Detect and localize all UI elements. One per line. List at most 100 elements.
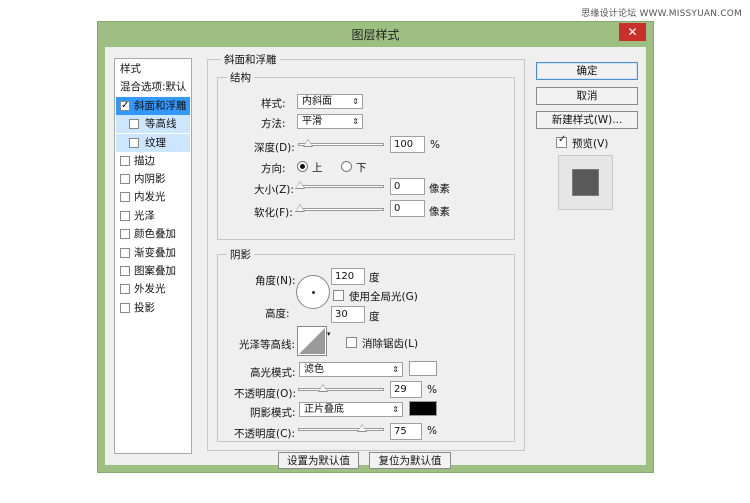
shadow-opacity-unit: % <box>427 425 437 437</box>
layer-style-dialog: 图层样式 ✕ 样式 混合选项:默认 斜面和浮雕 等高线 纹理 <box>97 21 654 473</box>
checkbox-color-overlay[interactable] <box>120 229 130 239</box>
angle-input[interactable]: 120 <box>331 268 365 285</box>
list-item-satin[interactable]: 光泽 <box>116 207 190 225</box>
checkbox-gradient-overlay[interactable] <box>120 248 130 258</box>
direction-down-label: 下 <box>356 162 367 174</box>
depth-slider-thumb[interactable] <box>303 139 313 147</box>
updown-arrow-icon: ⇕ <box>352 97 359 106</box>
list-item-inner-glow[interactable]: 内发光 <box>116 188 190 206</box>
highlight-opacity-unit: % <box>427 384 437 396</box>
list-item-drop-shadow[interactable]: 投影 <box>116 299 190 317</box>
list-item-bevel-emboss[interactable]: 斜面和浮雕 <box>116 97 190 115</box>
list-item-blend-options[interactable]: 混合选项:默认 <box>116 78 190 96</box>
angle-dial-center <box>312 291 315 294</box>
list-item-outer-glow[interactable]: 外发光 <box>116 280 190 298</box>
checkbox-bevel-emboss[interactable] <box>120 97 130 115</box>
direction-down-radio[interactable] <box>341 161 352 172</box>
linear-contour-icon <box>299 328 325 354</box>
direction-up-radio[interactable] <box>297 161 308 172</box>
list-item-texture[interactable]: 纹理 <box>116 134 190 152</box>
gloss-contour-label: 光泽等高线: <box>239 339 296 351</box>
cancel-button[interactable]: 取消 <box>536 87 638 105</box>
depth-unit: % <box>430 139 440 151</box>
direction-up-label: 上 <box>312 162 323 174</box>
anti-alias-label: 消除锯齿(L) <box>362 338 419 350</box>
highlight-mode-label: 高光模式: <box>250 367 296 379</box>
angle-label: 角度(N): <box>255 275 296 287</box>
list-item-pattern-overlay[interactable]: 图案叠加 <box>116 262 190 280</box>
list-item-inner-shadow[interactable]: 内阴影 <box>116 170 190 188</box>
dialog-title: 图层样式 <box>351 28 400 42</box>
highlight-opacity-track[interactable] <box>298 388 384 391</box>
size-slider-thumb[interactable] <box>295 181 305 189</box>
global-light-label: 使用全局光(G) <box>349 291 418 303</box>
checkbox-satin[interactable] <box>120 211 130 221</box>
altitude-unit: 度 <box>369 311 380 323</box>
soften-input[interactable]: 0 <box>390 200 425 217</box>
shading-title: 阴影 <box>227 247 254 262</box>
technique-select[interactable]: 平滑 ⇕ <box>297 114 363 129</box>
altitude-label: 高度: <box>265 308 290 320</box>
depth-input[interactable]: 100 <box>390 136 425 153</box>
style-label: 样式: <box>261 98 286 110</box>
shadow-mode-label: 阴影模式: <box>250 407 296 419</box>
checkbox-drop-shadow[interactable] <box>120 303 130 313</box>
new-style-button[interactable]: 新建样式(W)... <box>536 111 638 129</box>
updown-arrow-icon: ⇕ <box>352 117 359 126</box>
soften-unit: 像素 <box>429 206 450 218</box>
checkbox-inner-shadow[interactable] <box>120 174 130 184</box>
ok-button[interactable]: 确定 <box>536 62 638 80</box>
style-select[interactable]: 内斜面 ⇕ <box>297 94 363 109</box>
altitude-input[interactable]: 30 <box>331 306 365 323</box>
soften-label: 软化(F): <box>254 207 293 219</box>
global-light-checkbox[interactable] <box>333 290 344 301</box>
updown-arrow-icon: ⇕ <box>392 365 399 374</box>
list-header-styles[interactable]: 样式 <box>116 60 190 78</box>
preview-swatch <box>572 169 599 196</box>
depth-label: 深度(D): <box>254 142 295 154</box>
list-item-color-overlay[interactable]: 颜色叠加 <box>116 225 190 243</box>
make-default-button[interactable]: 设置为默认值 <box>278 452 359 469</box>
contour-dropdown-arrow-icon[interactable]: ▾ <box>327 330 331 338</box>
size-label: 大小(Z): <box>254 184 294 196</box>
soften-slider-thumb[interactable] <box>295 204 305 212</box>
highlight-opacity-input[interactable]: 29 <box>390 381 422 398</box>
checkbox-inner-glow[interactable] <box>120 192 130 202</box>
checkbox-pattern-overlay[interactable] <box>120 266 130 276</box>
size-input[interactable]: 0 <box>390 178 425 195</box>
preview-label: 预览(V) <box>572 138 609 150</box>
shadow-opacity-track[interactable] <box>298 428 384 431</box>
list-item-contour[interactable]: 等高线 <box>116 115 190 133</box>
checkbox-texture[interactable] <box>129 138 139 148</box>
highlight-opacity-thumb[interactable] <box>318 384 328 392</box>
list-item-stroke[interactable]: 描边 <box>116 152 190 170</box>
highlight-mode-select[interactable]: 滤色 ⇕ <box>299 362 403 377</box>
soften-slider-track[interactable] <box>298 208 384 211</box>
shadow-color-swatch[interactable] <box>409 401 437 416</box>
shadow-opacity-thumb[interactable] <box>357 424 367 432</box>
angle-unit: 度 <box>369 272 380 284</box>
shadow-mode-select[interactable]: 正片叠底 ⇕ <box>299 402 403 417</box>
style-preview-box <box>558 155 613 210</box>
highlight-opacity-label: 不透明度(O): <box>234 388 296 400</box>
checkbox-stroke[interactable] <box>120 156 130 166</box>
reset-default-button[interactable]: 复位为默认值 <box>369 452 451 469</box>
list-item-gradient-overlay[interactable]: 渐变叠加 <box>116 244 190 262</box>
style-list: 样式 混合选项:默认 斜面和浮雕 等高线 纹理 描边 <box>114 58 192 454</box>
gloss-contour-preview[interactable] <box>297 326 327 356</box>
highlight-color-swatch[interactable] <box>409 361 437 376</box>
shadow-opacity-input[interactable]: 75 <box>390 423 422 440</box>
bevel-emboss-title: 斜面和浮雕 <box>221 52 280 67</box>
size-slider-track[interactable] <box>298 185 384 188</box>
shadow-opacity-label: 不透明度(C): <box>234 428 296 440</box>
structure-title: 结构 <box>227 70 254 85</box>
checkbox-contour[interactable] <box>129 119 139 129</box>
size-unit: 像素 <box>429 183 450 195</box>
preview-checkbox[interactable] <box>556 134 567 148</box>
technique-label: 方法: <box>261 118 286 130</box>
close-button[interactable]: ✕ <box>619 23 646 41</box>
checkbox-outer-glow[interactable] <box>120 284 130 294</box>
angle-dial[interactable] <box>296 275 330 309</box>
title-bar[interactable]: 图层样式 ✕ <box>98 22 653 44</box>
anti-alias-checkbox[interactable] <box>346 337 357 348</box>
